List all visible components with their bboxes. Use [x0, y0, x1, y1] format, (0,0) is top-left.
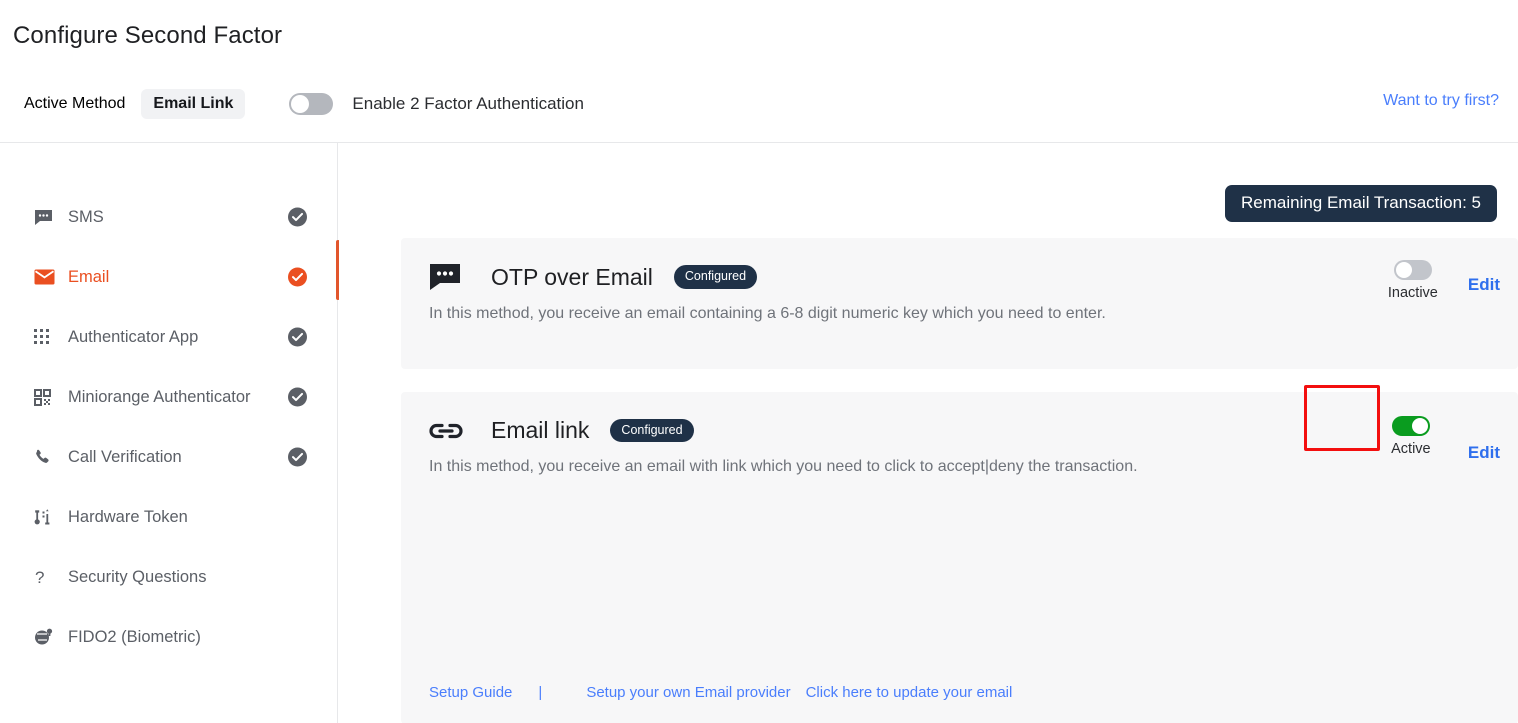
sidebar-item-authenticator-app[interactable]: Authenticator App [0, 307, 337, 367]
svg-text:?: ? [35, 568, 44, 587]
configure-second-factor-page: Configure Second Factor Active Method Em… [0, 0, 1518, 723]
want-to-try-first-link[interactable]: Want to try first? [1383, 92, 1499, 110]
card-title: Email link [491, 417, 590, 443]
sidebar-item-fido2-biometric[interactable]: FIDO2 (Biometric) [0, 607, 337, 667]
email-link-active-toggle[interactable] [1391, 416, 1430, 436]
card-actions: Inactive Edit [1376, 260, 1500, 301]
method-detail-panel: Remaining Email Transaction: 5 OTP over … [339, 143, 1518, 723]
enable-2fa-label: Enable 2 Factor Authentication [352, 94, 584, 113]
qr-code-icon [34, 388, 60, 406]
sidebar-item-label: Miniorange Authenticator [68, 387, 251, 406]
sidebar-item-call-verification[interactable]: Call Verification [0, 427, 337, 487]
status-check-icon [288, 387, 307, 407]
otp-active-toggle[interactable] [1393, 260, 1432, 280]
question-mark-icon: ? [34, 568, 60, 587]
otp-toggle-group: Inactive [1376, 260, 1450, 301]
sidebar-item-email[interactable]: Email [0, 247, 337, 307]
status-check-icon [288, 327, 307, 347]
status-check-icon [288, 267, 307, 287]
usb-token-icon [34, 508, 60, 526]
status-badge: Configured [610, 418, 694, 443]
email-link-card: Email link Configured In this method, yo… [401, 385, 1518, 723]
sidebar-item-miniorange-authenticator[interactable]: Miniorange Authenticator [0, 367, 337, 427]
enable-2fa-toggle[interactable] [289, 93, 334, 115]
remaining-email-transaction-badge: Remaining Email Transaction: 5 [1224, 185, 1497, 222]
header-controls: Active Method Email Link Enable 2 Factor… [24, 88, 584, 120]
card-description: In this method, you receive an email con… [429, 305, 1106, 322]
envelope-icon [34, 269, 60, 285]
sidebar-item-label: FIDO2 (Biometric) [68, 627, 201, 646]
grid-dots-icon [34, 328, 60, 346]
toggle-state-label: Active [1391, 441, 1431, 457]
setup-own-email-provider-link[interactable]: Setup your own Email provider [586, 684, 790, 701]
active-method-value: Email Link [141, 89, 246, 119]
sidebar-item-label: Email [68, 267, 110, 286]
status-check-icon [288, 447, 307, 467]
edit-otp-button[interactable]: Edit [1468, 275, 1500, 295]
page-title: Configure Second Factor [13, 22, 283, 49]
toggle-state-label: Inactive [1387, 285, 1438, 301]
sms-chat-icon [34, 209, 60, 226]
card-actions: Active Edit [1374, 416, 1500, 463]
sms-chat-icon [429, 263, 463, 291]
link-separator: | [538, 684, 543, 701]
card-header: Email link Configured [401, 392, 1518, 444]
method-sidebar: SMS Email Authenticator App Miniorange A… [0, 143, 338, 723]
edit-email-link-button[interactable]: Edit [1468, 443, 1500, 463]
card-header: OTP over Email Configured [401, 238, 1518, 291]
toggle-knob [291, 95, 310, 113]
phone-icon [34, 449, 60, 466]
card-links-row: Setup Guide | Setup your own Email provi… [429, 684, 1012, 701]
active-method-label: Active Method [24, 95, 126, 112]
update-email-link[interactable]: Click here to update your email [806, 684, 1013, 701]
sidebar-item-security-questions[interactable]: ? Security Questions [0, 547, 337, 607]
fingerprint-key-icon [34, 628, 60, 646]
sidebar-item-label: Security Questions [68, 567, 207, 586]
toggle-knob [1411, 418, 1428, 434]
sidebar-item-hardware-token[interactable]: Hardware Token [0, 487, 337, 547]
card-title: OTP over Email [491, 263, 653, 290]
card-description: In this method, you receive an email wit… [429, 458, 1138, 475]
sidebar-item-sms[interactable]: SMS [0, 187, 337, 247]
toggle-knob [1395, 262, 1412, 278]
status-badge: Configured [673, 265, 758, 289]
sidebar-item-label: Hardware Token [68, 507, 188, 526]
link-chain-icon [429, 421, 463, 441]
sidebar-item-label: SMS [68, 207, 104, 226]
email-link-toggle-group: Active [1374, 416, 1448, 457]
status-check-icon [288, 207, 307, 227]
setup-guide-link[interactable]: Setup Guide [429, 684, 512, 701]
sidebar-item-label: Authenticator App [68, 327, 199, 346]
otp-over-email-card: OTP over Email Configured In this method… [401, 238, 1518, 369]
sidebar-item-label: Call Verification [68, 447, 182, 466]
